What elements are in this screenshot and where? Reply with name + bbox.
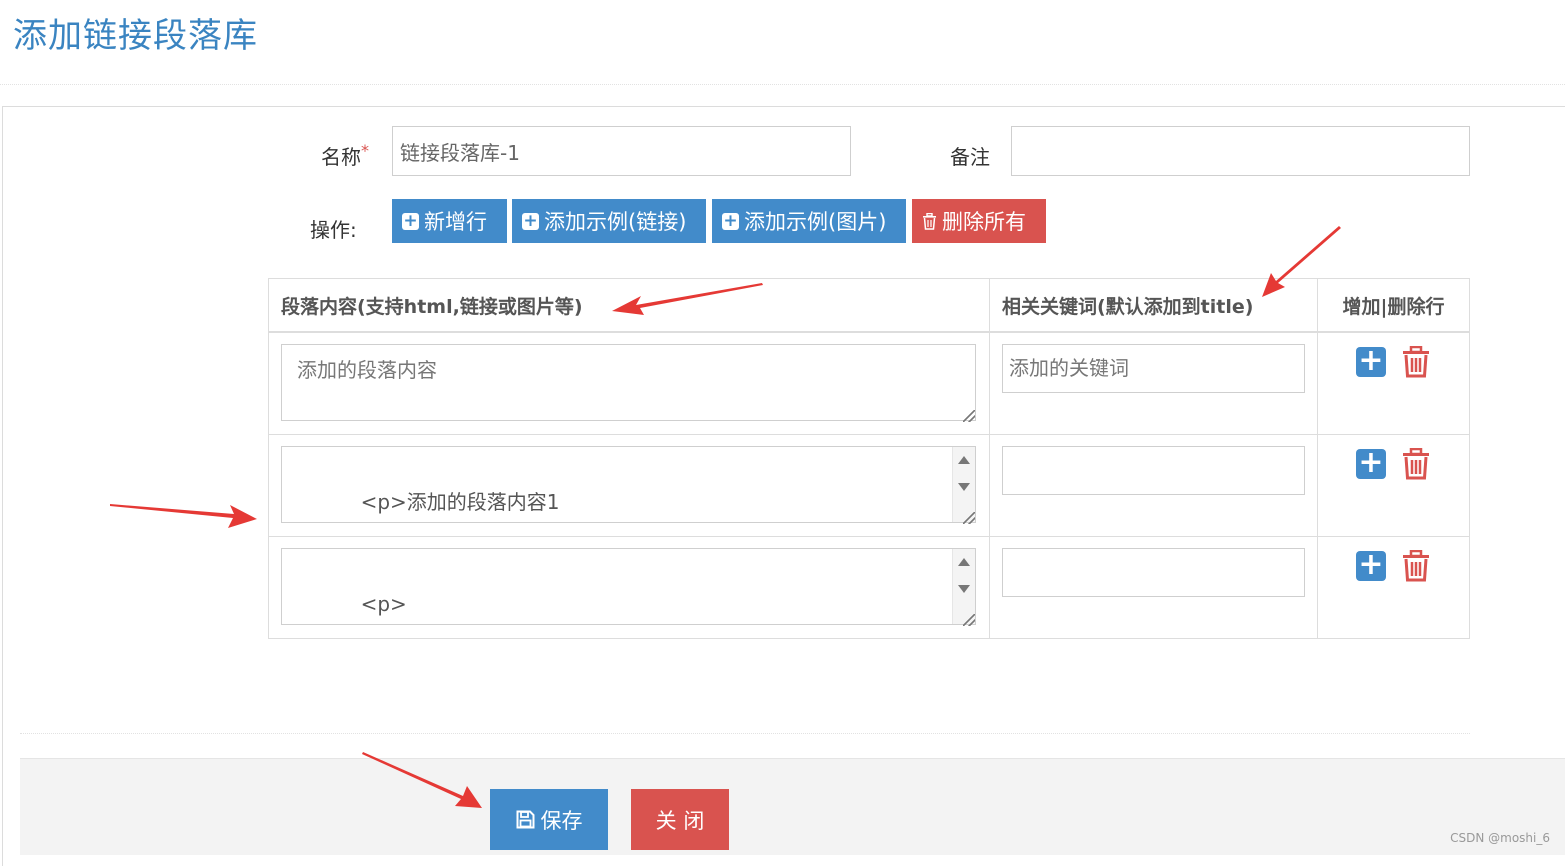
scroll-down-icon[interactable] bbox=[958, 483, 970, 491]
plus-square-icon: + bbox=[522, 210, 539, 231]
trash-icon bbox=[922, 212, 937, 230]
keyword-cell bbox=[989, 536, 1318, 639]
table-row: 添加的段落内容 添加的关键词 + bbox=[268, 331, 1470, 435]
scroll-up-icon[interactable] bbox=[958, 456, 970, 464]
page-title: 添加链接段落库 bbox=[13, 16, 258, 56]
resize-grip-icon[interactable] bbox=[963, 410, 975, 422]
content-textarea[interactable]: <p> <img src="图片地址" alt="图片描述（可选）"> bbox=[281, 548, 976, 625]
keyword-cell: 添加的关键词 bbox=[989, 331, 1318, 435]
ops-cell: + bbox=[1317, 434, 1470, 537]
resize-grip-icon[interactable] bbox=[963, 614, 975, 626]
content-textarea[interactable]: 添加的段落内容 bbox=[281, 344, 976, 421]
keyword-input[interactable] bbox=[1002, 548, 1305, 597]
keyword-input[interactable]: 添加的关键词 bbox=[1002, 344, 1305, 393]
name-label-text: 名称 bbox=[321, 145, 361, 169]
add-example-link-button[interactable]: + 添加示例(链接) bbox=[512, 199, 706, 243]
delete-all-button[interactable]: 删除所有 bbox=[912, 199, 1046, 243]
plus-square-icon[interactable]: + bbox=[1356, 448, 1386, 479]
remark-input[interactable] bbox=[1011, 126, 1470, 176]
delete-all-label: 删除所有 bbox=[942, 210, 1026, 234]
content-cell: <p> <img src="图片地址" alt="图片描述（可选）"> bbox=[268, 536, 990, 639]
row-ops: + bbox=[1356, 346, 1430, 378]
close-button[interactable]: 关 闭 bbox=[631, 789, 729, 850]
close-label: 关 闭 bbox=[655, 808, 705, 833]
add-example-link-label: 添加示例(链接) bbox=[544, 210, 687, 234]
ops-cell: + bbox=[1317, 331, 1470, 435]
name-label: 名称* bbox=[321, 141, 369, 170]
content-text: <p>添加的段落内容1 <a href="http://www.keydatas… bbox=[297, 490, 858, 522]
footer-divider bbox=[20, 733, 1470, 734]
trash-icon[interactable] bbox=[1402, 345, 1430, 378]
add-example-image-button[interactable]: + 添加示例(图片) bbox=[712, 199, 906, 243]
row-ops: + bbox=[1356, 448, 1430, 480]
add-example-image-label: 添加示例(图片) bbox=[744, 210, 887, 234]
paragraph-table: 段落内容(支持html,链接或图片等) 相关关键词(默认添加到title) 增加… bbox=[268, 278, 1470, 639]
header-keyword: 相关关键词(默认添加到title) bbox=[989, 278, 1318, 333]
header-content: 段落内容(支持html,链接或图片等) bbox=[268, 278, 990, 333]
ops-label: 操作: bbox=[310, 218, 357, 242]
table-row: <p> <img src="图片地址" alt="图片描述（可选）"> + bbox=[268, 536, 1470, 639]
plus-square-icon: + bbox=[722, 210, 739, 231]
name-input[interactable] bbox=[392, 126, 851, 176]
textarea-scrollbar[interactable] bbox=[952, 549, 975, 624]
table-header-row: 段落内容(支持html,链接或图片等) 相关关键词(默认添加到title) 增加… bbox=[268, 278, 1470, 333]
content-text: <p> <img src="图片地址" alt="图片描述（可选）"> bbox=[297, 592, 746, 624]
keyword-cell bbox=[989, 434, 1318, 537]
floppy-disk-icon bbox=[516, 810, 535, 829]
trash-icon[interactable] bbox=[1402, 549, 1430, 582]
trash-icon[interactable] bbox=[1402, 447, 1430, 480]
plus-square-icon: + bbox=[402, 210, 419, 231]
row-ops: + bbox=[1356, 550, 1430, 582]
save-button[interactable]: 保存 bbox=[490, 789, 608, 850]
add-row-label: 新增行 bbox=[424, 210, 487, 234]
required-mark: * bbox=[361, 141, 369, 160]
plus-square-icon[interactable]: + bbox=[1356, 346, 1386, 377]
footer-bar bbox=[20, 758, 1565, 855]
add-row-button[interactable]: + 新增行 bbox=[392, 199, 507, 243]
ops-cell: + bbox=[1317, 536, 1470, 639]
content-cell: <p>添加的段落内容1 <a href="http://www.keydatas… bbox=[268, 434, 990, 537]
header-ops: 增加|删除行 bbox=[1317, 278, 1470, 333]
scroll-up-icon[interactable] bbox=[958, 558, 970, 566]
textarea-scrollbar[interactable] bbox=[952, 447, 975, 522]
table-row: <p>添加的段落内容1 <a href="http://www.keydatas… bbox=[268, 434, 1470, 537]
content-cell: 添加的段落内容 bbox=[268, 331, 990, 435]
save-label: 保存 bbox=[540, 808, 583, 833]
plus-square-icon[interactable]: + bbox=[1356, 550, 1386, 581]
scroll-down-icon[interactable] bbox=[958, 585, 970, 593]
title-divider bbox=[0, 84, 1565, 85]
content-textarea[interactable]: <p>添加的段落内容1 <a href="http://www.keydatas… bbox=[281, 446, 976, 523]
remark-label: 备注 bbox=[950, 145, 990, 169]
resize-grip-icon[interactable] bbox=[963, 512, 975, 524]
watermark: CSDN @moshi_6 bbox=[1450, 831, 1550, 845]
keyword-input[interactable] bbox=[1002, 446, 1305, 495]
